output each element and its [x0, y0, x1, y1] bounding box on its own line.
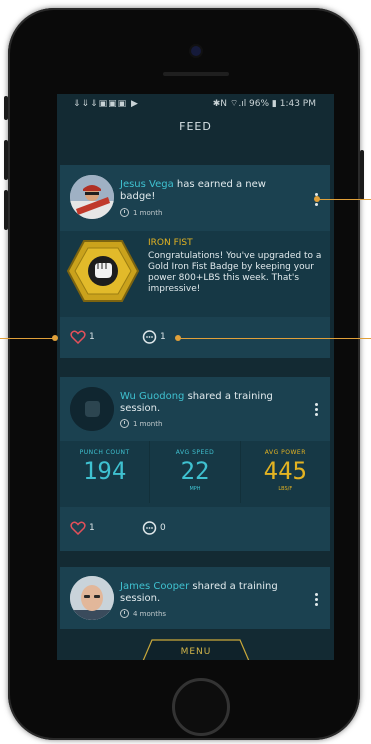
app-screen: ⇓⇓⇓▣▣▣ ▶ ✱N ⌔.ıl 96% ▮ 1:43 PM FEED Jesu… — [57, 94, 334, 660]
card-actions: 1 0 — [60, 507, 330, 551]
power-button — [360, 150, 364, 200]
stat-avg-power: AVG POWER 445 LBS/F — [240, 441, 330, 503]
user-name-link[interactable]: Jesus Vega — [120, 179, 174, 190]
avatar[interactable] — [70, 387, 114, 431]
callout-dot-like — [52, 335, 58, 341]
callout-dot-kebab — [314, 196, 320, 202]
post-headline: Jesus Vega has earned a new badge! — [120, 179, 295, 203]
stat-value: 22 — [180, 457, 210, 485]
like-count: 1 — [89, 332, 95, 342]
post-time-text: 4 months — [133, 609, 167, 618]
card-header: Wu Guodong shared a training session. 1 … — [60, 377, 330, 441]
post-time-text: 1 month — [133, 208, 163, 217]
card-header: James Cooper shared a training session. … — [60, 567, 330, 629]
more-options-icon[interactable] — [314, 401, 318, 418]
stat-label: AVG SPEED — [175, 449, 215, 456]
page-title: FEED — [179, 120, 212, 133]
comment-icon — [142, 521, 157, 535]
volume-up-button — [4, 140, 8, 180]
comment-icon — [142, 330, 157, 344]
badge-description: Congratulations! You've upgraded to a Go… — [148, 251, 322, 294]
callout-line-comment — [178, 338, 371, 339]
more-options-icon[interactable] — [314, 591, 318, 608]
stat-value: 194 — [82, 457, 127, 485]
earpiece-speaker — [163, 72, 229, 76]
like-count: 1 — [89, 523, 95, 533]
stat-unit: LBS/F — [278, 486, 293, 492]
post-headline: James Cooper shared a training session. — [120, 581, 295, 605]
post-time: 1 month — [120, 419, 162, 428]
home-button[interactable] — [172, 678, 230, 736]
stat-unit: MPH — [189, 486, 201, 492]
user-name-link[interactable]: Wu Guodong — [120, 391, 184, 402]
like-button[interactable]: 1 — [70, 330, 95, 344]
clock-icon — [120, 609, 129, 618]
silent-switch — [4, 96, 8, 120]
callout-line-kebab — [316, 199, 371, 200]
stat-value: 445 — [263, 457, 307, 485]
status-bar: ⇓⇓⇓▣▣▣ ▶ ✱N ⌔.ıl 96% ▮ 1:43 PM — [57, 94, 334, 114]
feed-card-badge: Jesus Vega has earned a new badge! 1 mon… — [60, 165, 330, 358]
notification-icons: ⇓⇓⇓▣▣▣ ▶ — [73, 99, 139, 109]
post-time: 1 month — [120, 208, 162, 217]
iron-fist-badge-icon — [66, 239, 140, 307]
heart-icon — [70, 330, 86, 344]
callout-line-like — [0, 338, 55, 339]
clock-icon — [120, 208, 129, 217]
status-right: ✱N ⌔.ıl 96% ▮ 1:43 PM — [212, 99, 316, 109]
clock-icon — [120, 419, 129, 428]
avatar[interactable] — [70, 175, 114, 219]
volume-down-button — [4, 190, 8, 230]
user-name-link[interactable]: James Cooper — [120, 581, 189, 592]
card-header: Jesus Vega has earned a new badge! 1 mon… — [60, 165, 330, 231]
stat-avg-speed: AVG SPEED 22 MPH — [150, 441, 241, 503]
front-camera — [191, 46, 201, 56]
post-headline: Wu Guodong shared a training session. — [120, 391, 295, 415]
like-button[interactable]: 1 — [70, 521, 95, 535]
comment-button[interactable]: 0 — [142, 521, 166, 535]
heart-icon — [70, 521, 86, 535]
stat-label: AVG POWER — [264, 449, 306, 456]
feed-card-training-2: James Cooper shared a training session. … — [60, 567, 330, 629]
comment-count: 0 — [160, 523, 166, 533]
stat-label: PUNCH COUNT — [79, 449, 130, 456]
badge-title: IRON FIST — [148, 238, 193, 248]
avatar[interactable] — [70, 576, 114, 620]
badge-section: IRON FIST Congratulations! You've upgrad… — [60, 231, 330, 317]
post-time: 4 months — [120, 609, 166, 618]
comment-count: 1 — [160, 332, 166, 342]
feed-card-training: Wu Guodong shared a training session. 1 … — [60, 377, 330, 551]
session-stats: PUNCH COUNT 194 AVG SPEED 22 MPH AVG POW… — [60, 441, 330, 503]
callout-dot-comment — [175, 335, 181, 341]
post-time-text: 1 month — [133, 419, 163, 428]
menu-button[interactable]: MENU — [142, 640, 250, 660]
stat-punch-count: PUNCH COUNT 194 — [60, 441, 151, 503]
comment-button[interactable]: 1 — [142, 330, 166, 344]
